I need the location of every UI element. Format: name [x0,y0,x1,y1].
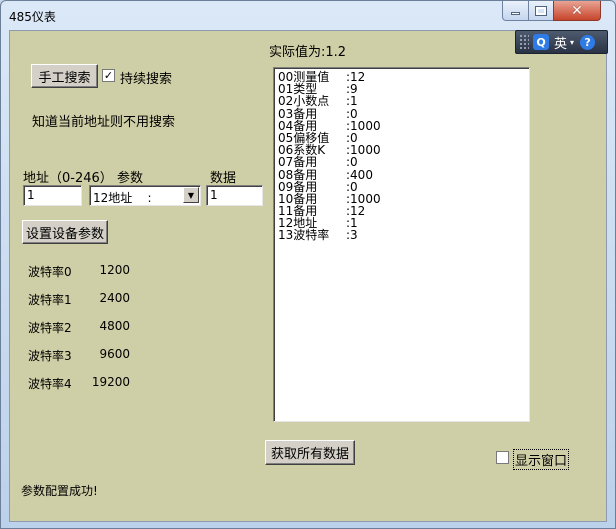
close-icon: ✕ [571,2,583,19]
maximize-button[interactable] [528,1,554,21]
maximize-icon [535,5,547,16]
ime-toolbar[interactable]: Q 英 ▾ ? [515,30,608,54]
minimize-icon [511,12,520,15]
ime-language-toggle[interactable]: 英 [554,33,567,52]
baud-rate-name: 波特率4 [28,377,72,391]
data-input[interactable]: 1 [206,185,263,206]
close-button[interactable]: ✕ [553,1,601,21]
set-device-params-label: 设置设备参数 [25,226,104,242]
parameter-listbox[interactable]: 00测量值:12 01类型:9 02小数点:1 03备用:0 04备用:1000… [273,67,530,422]
baud-rate-value: 2400 [99,291,130,305]
list-item[interactable]: 07备用:0 [278,156,525,168]
title-bar[interactable]: 485仪表 ✕ [1,1,615,29]
search-hint: 知道当前地址则不用搜索 [32,115,176,130]
client-area: 实际值为:1.2 手工搜索 ✓ 持续搜索 知道当前地址则不用搜索 地址（0-24… [9,30,607,522]
set-device-params-button[interactable]: 设置设备参数 [22,220,108,244]
help-icon[interactable]: ? [580,34,596,50]
checkmark-icon: ✓ [103,69,114,82]
list-item[interactable]: 02小数点:1 [278,95,525,107]
show-window-label: 显示窗口 [513,449,570,470]
address-label: 地址（0-246） [23,171,113,186]
baud-rate-name: 波特率0 [28,265,72,279]
baud-rate-name: 波特率3 [28,349,72,363]
baud-rate-value: 9600 [99,347,130,361]
chevron-down-icon[interactable]: ▼ [183,187,199,203]
baud-rate-name: 波特率2 [28,321,72,335]
chevron-down-icon[interactable]: ▾ [570,38,574,47]
status-message: 参数配置成功! [21,484,98,498]
baud-rate-name: 波特率1 [28,293,72,307]
list-item[interactable]: 13波特率:3 [278,229,525,241]
baud-rate-value: 19200 [91,375,130,389]
param-label: 参数 [117,171,144,186]
manual-search-button[interactable]: 手工搜索 [31,64,98,88]
param-select-value: 12地址 : [93,191,152,205]
continuous-search-label: 持续搜索 [120,72,173,87]
minimize-button[interactable] [502,1,529,21]
ime-logo-icon[interactable]: Q [533,34,549,50]
manual-search-label: 手工搜索 [38,70,91,86]
window-title: 485仪表 [9,10,56,24]
baud-rate-value: 4800 [99,319,130,333]
data-label: 数据 [210,171,237,186]
baud-rate-value: 1200 [99,263,130,277]
continuous-search-checkbox[interactable]: ✓ [102,69,115,82]
app-window: 485仪表 ✕ 实际值为:1.2 手工搜索 ✓ 持续搜索 知道当前地址则不用搜索… [0,0,616,529]
actual-value-label: 实际值为:1.2 [269,45,347,60]
address-input[interactable]: 1 [23,185,82,206]
get-all-data-button[interactable]: 获取所有数据 [265,440,355,465]
param-select[interactable]: 12地址 : ▼ [89,185,201,206]
list-item[interactable]: 08备用:400 [278,168,525,180]
list-item[interactable]: 03备用:0 [278,107,525,119]
get-all-data-label: 获取所有数据 [270,447,349,462]
show-window-checkbox[interactable] [496,451,509,464]
grip-icon[interactable] [519,34,529,50]
